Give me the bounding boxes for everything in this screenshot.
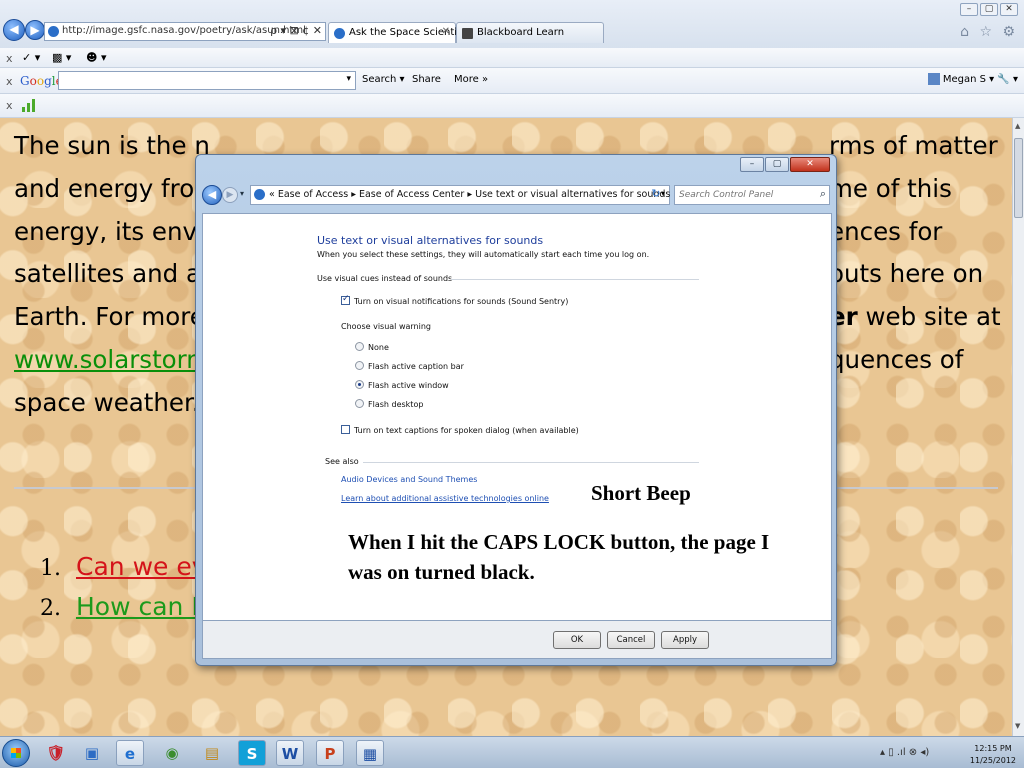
- section-header-see-also: See also: [325, 457, 359, 466]
- text-captions-checkbox[interactable]: [341, 425, 350, 434]
- text-captions-option[interactable]: Turn on text captions for spoken dialog …: [341, 425, 579, 435]
- section-divider: [451, 279, 699, 280]
- warning-none-radio[interactable]: None: [355, 342, 389, 352]
- section-divider: [363, 462, 699, 463]
- dialog-back-button[interactable]: ◀: [202, 185, 222, 205]
- skype-icon[interactable]: S: [238, 740, 266, 766]
- sound-sentry-checkbox[interactable]: [341, 294, 350, 305]
- warning-active-window-radio[interactable]: Flash active window: [355, 380, 449, 390]
- google-share-button[interactable]: Share: [412, 74, 441, 85]
- ok-button[interactable]: OK: [553, 631, 601, 649]
- control-panel-taskbar-icon[interactable]: ▦: [356, 740, 384, 766]
- smiley-icon[interactable]: ☻ ▾: [86, 51, 107, 64]
- clock-date: 11/25/2012: [969, 756, 1016, 765]
- window-controls: – ▢ ✕: [958, 1, 1018, 16]
- windows-taskbar: 🛡 ▣ e ◉ ▤ S W P ▦ ▴ ▯ .ıl ⊗ ◂) 12:15 PM …: [0, 736, 1024, 768]
- tab-blackboard-learn[interactable]: Blackboard Learn: [456, 22, 604, 43]
- word-icon[interactable]: W: [276, 740, 304, 766]
- dialog-button-bar: OK Cancel Apply: [202, 621, 832, 659]
- system-tray: ▴ ▯ .ıl ⊗ ◂) 12:15 PM 11/25/2012: [880, 739, 1020, 767]
- start-button[interactable]: [2, 739, 30, 767]
- breadcrumb[interactable]: « Ease of Access ▸ Ease of Access Center…: [250, 185, 670, 205]
- cancel-button[interactable]: Cancel: [607, 631, 655, 649]
- signal-bars-icon[interactable]: [22, 99, 36, 112]
- dialog-forward-button[interactable]: ▶: [222, 187, 238, 203]
- avatar: [927, 73, 940, 85]
- search-icon[interactable]: ⌕: [820, 187, 826, 201]
- powerpoint-icon[interactable]: P: [316, 740, 344, 766]
- recent-pages-icon[interactable]: ▾: [240, 189, 244, 198]
- google-search-input[interactable]: ▾: [58, 71, 356, 90]
- search-input[interactable]: [679, 188, 807, 202]
- control-panel-search[interactable]: ⌕: [674, 185, 830, 205]
- apply-button[interactable]: Apply: [661, 631, 709, 649]
- google-search-button[interactable]: Search ▾: [362, 74, 405, 85]
- page-subtitle: When you select these settings, they wil…: [317, 250, 650, 259]
- warning-caption-bar-radio[interactable]: Flash active caption bar: [355, 361, 464, 371]
- page-scrollbar[interactable]: ▲ ▼: [1012, 118, 1024, 736]
- clock-time: 12:15 PM: [974, 744, 1012, 753]
- toolbar-close-icon[interactable]: x: [6, 99, 13, 112]
- tab-title: Blackboard Learn: [477, 27, 565, 38]
- extension-toolbar: x: [0, 94, 1024, 118]
- check-icon[interactable]: ✓ ▾: [22, 51, 40, 64]
- breadcrumb-trail[interactable]: « Ease of Access ▸ Ease of Access Center…: [269, 189, 670, 200]
- page-icon[interactable]: ▩ ▾: [52, 51, 71, 64]
- toolbar-close-icon[interactable]: x: [6, 52, 13, 65]
- assistive-technologies-link[interactable]: Learn about additional assistive technol…: [341, 494, 549, 503]
- audio-devices-link[interactable]: Audio Devices and Sound Themes: [341, 475, 477, 484]
- scrollbar-thumb[interactable]: [1014, 138, 1023, 218]
- google-toolbar: x Google ▾ Search ▾ Share More » Megan S…: [0, 68, 1024, 94]
- chrome-icon[interactable]: ◉: [158, 740, 186, 766]
- address-actions[interactable]: ρ ▾ ⊠ ¢ ✕: [270, 24, 322, 37]
- tab-ask-space-scientist[interactable]: Ask the Space Scientist abo... ✕: [328, 22, 497, 43]
- dialog-close-button[interactable]: ✕: [790, 157, 830, 172]
- minimize-button[interactable]: –: [960, 3, 978, 16]
- close-window-button[interactable]: ✕: [1000, 3, 1018, 16]
- control-panel-window: – ▢ ✕ ◀ ▶ ▾ « Ease of Access ▸ Ease of Acc…: [195, 154, 837, 666]
- toolbar-close-icon[interactable]: x: [6, 75, 13, 88]
- maximize-button[interactable]: ▢: [980, 3, 998, 16]
- dialog-window-controls: – ▢ ✕: [739, 156, 830, 172]
- scroll-up-icon[interactable]: ▲: [1015, 122, 1020, 130]
- command-toolbar: x ✓ ▾ ▩ ▾ ☻ ▾: [0, 48, 1024, 68]
- solarstorms-link[interactable]: www.solarstorm.: [14, 345, 218, 374]
- short-beep-annotation: Short Beep: [591, 481, 691, 505]
- refresh-icon[interactable]: ↻: [648, 187, 664, 202]
- scroll-down-icon[interactable]: ▼: [1015, 722, 1020, 730]
- dialog-minimize-button[interactable]: –: [740, 157, 764, 172]
- security-app-icon[interactable]: 🛡: [42, 740, 70, 766]
- tray-icons[interactable]: ▴ ▯ .ıl ⊗ ◂): [880, 747, 929, 758]
- browser-title-bar: ◀ ▶ http://image.gsfc.nasa.gov/poetry/as…: [0, 0, 1024, 48]
- google-more-button[interactable]: More »: [454, 74, 488, 85]
- dialog-maximize-button[interactable]: ▢: [765, 157, 789, 172]
- google-logo: Google: [20, 74, 63, 88]
- tab-close-icon[interactable]: ✕: [442, 26, 450, 37]
- back-button[interactable]: ◀: [3, 19, 25, 41]
- user-name: Megan S ▾: [942, 74, 995, 85]
- section-header-visual-cues: Use visual cues instead of sounds: [317, 274, 453, 283]
- warning-desktop-radio[interactable]: Flash desktop: [355, 399, 423, 409]
- user-account-button[interactable]: Megan S ▾ 🔧 ▾: [927, 73, 1018, 85]
- address-bar[interactable]: http://image.gsfc.nasa.gov/poetry/ask/as…: [44, 22, 326, 41]
- page-title: Use text or visual alternatives for soun…: [317, 234, 544, 247]
- internet-explorer-icon[interactable]: e: [116, 740, 144, 766]
- choose-warning-label: Choose visual warning: [341, 322, 431, 331]
- nasa-favicon-icon: [334, 28, 345, 39]
- home-favorites-tools-icons[interactable]: ⌂ ☆ ⚙: [960, 24, 1018, 40]
- control-panel-icon: [254, 189, 265, 200]
- clock[interactable]: 12:15 PM 11/25/2012: [970, 743, 1016, 767]
- wrench-icon[interactable]: 🔧 ▾: [997, 74, 1018, 85]
- forward-button[interactable]: ▶: [25, 20, 45, 40]
- caps-lock-annotation: When I hit the CAPS LOCK button, the pag…: [348, 530, 770, 584]
- chevron-down-icon[interactable]: ▾: [346, 74, 351, 84]
- dialog-navigation-bar: ◀ ▶ ▾ « Ease of Access ▸ Ease of Access …: [202, 184, 832, 208]
- site-globe-icon: [48, 26, 59, 37]
- blackboard-favicon-icon: [462, 28, 473, 39]
- outlook-icon[interactable]: ▣: [78, 740, 106, 766]
- file-explorer-icon[interactable]: ▤: [198, 740, 226, 766]
- sound-sentry-option[interactable]: Turn on visual notifications for sounds …: [341, 294, 568, 306]
